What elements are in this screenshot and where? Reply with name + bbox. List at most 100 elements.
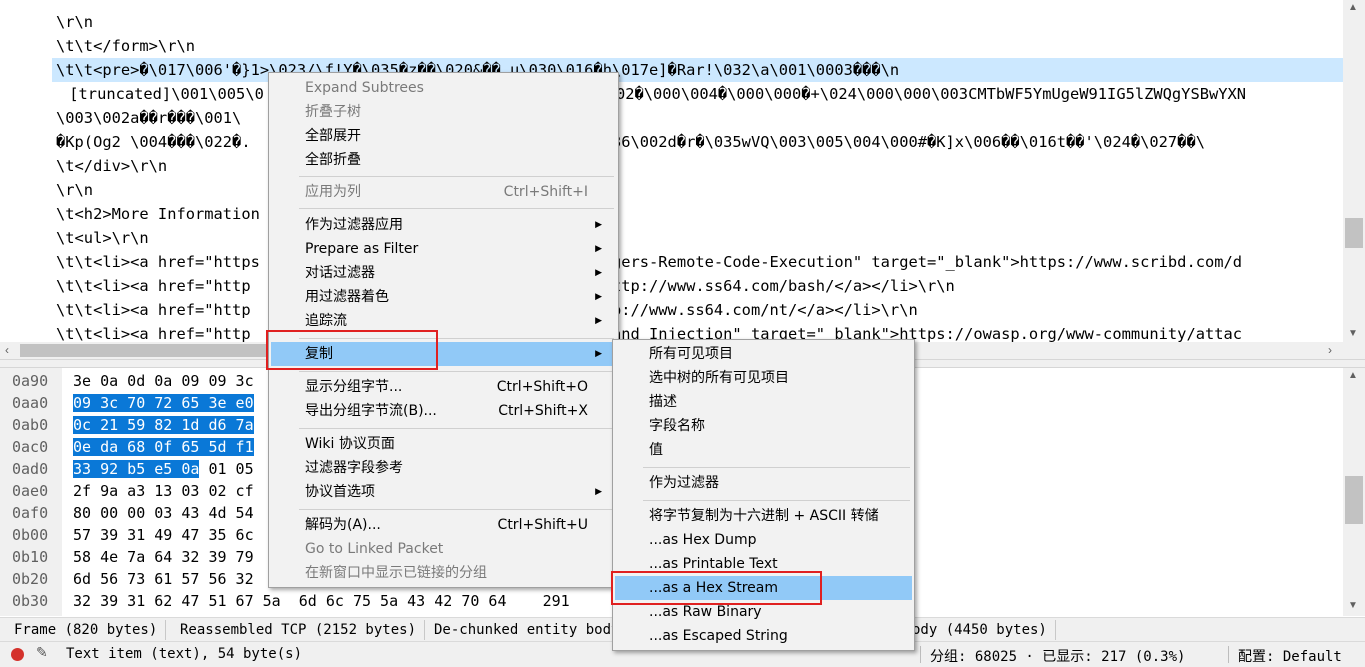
scroll-left-arrow-icon[interactable]: ‹ [5, 342, 9, 359]
menu-item-label: Expand Subtrees [305, 80, 424, 96]
menu-item-label: 折叠子树 [305, 104, 361, 120]
menu-item[interactable]: 用过滤器着色 ▶ [271, 285, 616, 309]
detail-line[interactable]: \003\002a��r���\001\ [56, 106, 241, 130]
byte-hex-values[interactable]: 32 39 31 62 47 51 67 5a 6d 6c 75 5a 43 4… [73, 592, 570, 610]
menu-item[interactable]: 导出分组字节流(B)... Ctrl+Shift+X [271, 399, 616, 423]
profile-label[interactable]: 配置: Default [1238, 646, 1342, 666]
byte-hex[interactable]: 0e da 68 0f 65 5d f1 [73, 436, 254, 458]
byte-hex-values[interactable]: 57 39 31 49 47 35 6c [73, 526, 254, 544]
scroll-up-arrow-icon[interactable]: ▲ [1348, 370, 1358, 381]
menu-item[interactable]: 追踪流 ▶ [271, 309, 616, 333]
menu-item[interactable]: 协议首选项 ▶ [271, 480, 616, 504]
byte-hex-selected[interactable]: 0c 21 59 82 1d d6 7a [73, 416, 254, 434]
byte-hex[interactable]: 0c 21 59 82 1d d6 7a [73, 414, 254, 436]
menu-item-label: 显示分组字节... [305, 379, 403, 395]
byte-hex[interactable]: 80 00 00 03 43 4d 54 [73, 502, 254, 524]
context-menu: Expand Subtrees 折叠子树 全部展开 全部折叠 应用为列 Ctrl+Shif… [268, 72, 619, 588]
byte-hex-selected[interactable]: 0e da 68 0f 65 5d f1 [73, 438, 254, 456]
menu-item-label: 所有可见项目 [649, 346, 733, 362]
menu-item[interactable]: 作为过滤器 [615, 471, 912, 495]
byte-hex-values[interactable]: 80 00 00 03 43 4d 54 [73, 504, 254, 522]
byte-hex-values[interactable]: 58 4e 7a 64 32 39 79 [73, 548, 254, 566]
menu-item-label: 导出分组字节流(B)... [305, 403, 437, 419]
tab-entity-body[interactable]: ody (4450 bytes) [904, 620, 1056, 640]
menu-item: 应用为列 Ctrl+Shift+I [271, 180, 616, 204]
byte-offset: 0aa0 [12, 394, 49, 412]
menu-item[interactable]: 对话过滤器 ▶ [271, 261, 616, 285]
byte-hex[interactable]: 57 39 31 49 47 35 6c [73, 524, 254, 546]
detail-line[interactable]: �Kp(Og2 \004���\022�. \022�\036\002d�r�\… [56, 130, 1205, 154]
menu-item[interactable]: 字段名称 [615, 414, 912, 438]
tab-dechunked-entity-body[interactable]: De-chunked entity body [426, 620, 629, 640]
scroll-down-arrow-icon[interactable]: ▼ [1348, 328, 1358, 339]
scrollbar-thumb[interactable] [1345, 218, 1363, 248]
byte-hex[interactable]: 58 4e 7a 64 32 39 79 [73, 546, 254, 568]
menu-item[interactable]: 解码为(A)... Ctrl+Shift+U [271, 513, 616, 537]
detail-line[interactable]: \r\n [56, 10, 93, 34]
menu-item[interactable]: 所有可见项目 [615, 342, 912, 366]
tab-reassembled-tcp[interactable]: Reassembled TCP (2152 bytes) [172, 620, 426, 640]
menu-item-label: 应用为列 [305, 184, 361, 200]
menu-item[interactable]: ...as Hex Dump [615, 528, 912, 552]
menu-item-shortcut: Ctrl+Shift+X [498, 403, 588, 419]
detail-line[interactable]: \t<h2>More Information [56, 202, 260, 226]
menu-separator [299, 371, 614, 372]
byte-hex-values[interactable]: 2f 9a a3 13 03 02 cf [73, 482, 254, 500]
menu-item-shortcut: Ctrl+Shift+U [497, 517, 588, 533]
byte-offset: 0b10 [12, 548, 49, 566]
byte-hex-values[interactable]: 3e 0a 0d 0a 09 09 3c [73, 372, 254, 390]
byte-hex-values[interactable]: 01 05 [199, 460, 253, 478]
byte-hex-selected[interactable]: 09 3c 70 72 65 3e e0 [73, 394, 254, 412]
status-separator [1228, 646, 1229, 663]
menu-item[interactable]: 全部折叠 [271, 148, 616, 172]
byte-hex-values[interactable]: 6d 56 73 61 57 56 32 [73, 570, 254, 588]
menu-item[interactable]: ...as Escaped String [615, 624, 912, 648]
submenu-arrow-icon: ▶ [595, 292, 602, 302]
detail-line[interactable]: \t</div>\r\n [56, 154, 167, 178]
menu-item[interactable]: Wiki 协议页面 [271, 432, 616, 456]
menu-item[interactable]: 选中树的所有可见项目 [615, 366, 912, 390]
menu-item[interactable]: ...as Raw Binary [615, 600, 912, 624]
submenu-arrow-icon: ▶ [595, 487, 602, 497]
byte-hex[interactable]: 3e 0a 0d 0a 09 09 3c [73, 370, 254, 392]
menu-item[interactable]: 复制 ▶ [271, 342, 616, 366]
packet-details-pane[interactable]: \r\n \t\t</form>\r\n \t\t<pre>�\017\006'… [0, 0, 1343, 342]
detail-line[interactable]: \t\t<li><a href="https Endangers-Remote-… [56, 250, 1242, 274]
scroll-down-arrow-icon[interactable]: ▼ [1348, 600, 1358, 611]
menu-item[interactable]: 过滤器字段参考 [271, 456, 616, 480]
detail-line[interactable]: \t<ul>\r\n [56, 226, 149, 250]
details-vertical-scrollbar[interactable]: ▲ ▼ [1343, 0, 1365, 342]
menu-separator [299, 428, 614, 429]
menu-item[interactable]: 作为过滤器应用 ▶ [271, 213, 616, 237]
menu-item-label: 在新窗口中显示已链接的分组 [305, 565, 487, 581]
menu-item[interactable]: 将字节复制为十六进制 + ASCII 转储 [615, 504, 912, 528]
menu-item[interactable]: 全部展开 [271, 124, 616, 148]
capture-status-icon[interactable] [11, 648, 24, 661]
tab-frame[interactable]: Frame (820 bytes) [6, 620, 167, 640]
menu-item-label: 全部折叠 [305, 152, 361, 168]
edit-comment-icon[interactable]: ✎ [36, 644, 48, 661]
detail-line[interactable]: \r\n [56, 178, 93, 202]
byte-hex[interactable]: 6d 56 73 61 57 56 32 [73, 568, 254, 590]
menu-item-label: 作为过滤器 [649, 475, 719, 491]
menu-item[interactable]: 描述 [615, 390, 912, 414]
detail-line[interactable]: \t\t</form>\r\n [56, 34, 195, 58]
menu-item[interactable]: 显示分组字节... Ctrl+Shift+O [271, 375, 616, 399]
menu-item[interactable]: 值 [615, 438, 912, 462]
scroll-up-arrow-icon[interactable]: ▲ [1348, 2, 1358, 13]
byte-hex[interactable]: 09 3c 70 72 65 3e e0 [73, 392, 254, 414]
byte-hex[interactable]: 33 92 b5 e5 0a 01 05 [73, 458, 254, 480]
menu-item: 折叠子树 [271, 100, 616, 124]
byte-hex[interactable]: 2f 9a a3 13 03 02 cf [73, 480, 254, 502]
byte-hex[interactable]: 32 39 31 62 47 51 67 5a 6d 6c 75 5a 43 4… [73, 590, 570, 612]
menu-item[interactable]: ...as a Hex Stream [615, 576, 912, 600]
menu-item: 在新窗口中显示已链接的分组 [271, 561, 616, 585]
byte-hex-selected[interactable]: 33 92 b5 e5 0a [73, 460, 200, 478]
detail-line[interactable]: [truncated]\001\005\0 \03\002�\000\004�\… [60, 82, 1246, 106]
scrollbar-thumb[interactable] [1345, 476, 1363, 524]
menu-item[interactable]: Prepare as Filter ▶ [271, 237, 616, 261]
menu-item: Go to Linked Packet [271, 537, 616, 561]
menu-item[interactable]: ...as Printable Text [615, 552, 912, 576]
scroll-right-arrow-icon[interactable]: › [1328, 342, 1332, 359]
bytes-vertical-scrollbar[interactable]: ▲ ▼ [1343, 368, 1365, 616]
